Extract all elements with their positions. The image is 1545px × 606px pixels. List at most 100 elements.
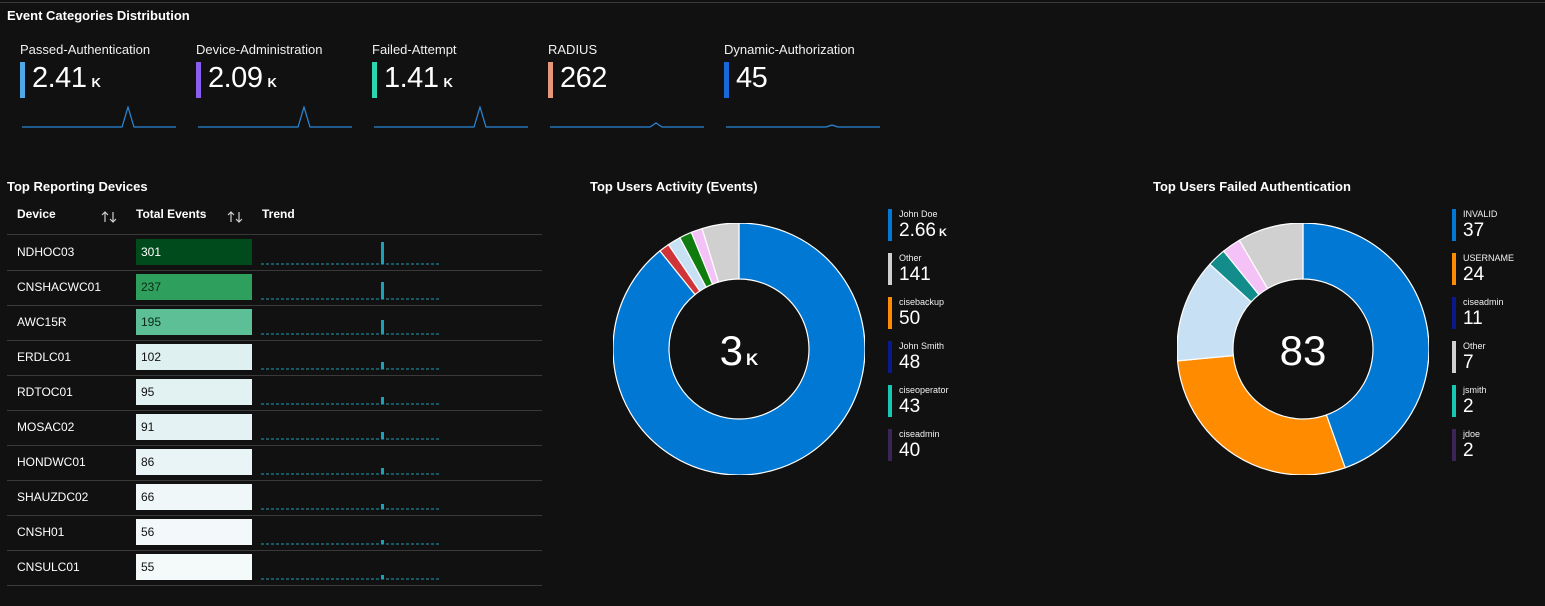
total-events-value: 91 [141,420,155,434]
total-events-value: 66 [141,490,155,504]
legend-value: 24 [1463,264,1484,286]
legend-item[interactable]: John Doe 2.66 K [888,209,978,249]
category-number: 2.41 [32,62,87,94]
event-categories-title: Event Categories Distribution [7,8,190,23]
trend-sparkline [261,540,441,545]
legend-item[interactable]: ciseadmin 11 [1452,297,1542,337]
legend-item[interactable]: Other 141 [888,253,978,293]
legend-item[interactable]: jdoe 2 [1452,429,1542,469]
sort-total-events-icon[interactable] [226,209,246,225]
trend-sparkline [261,397,441,405]
device-name: HONDWC01 [17,455,86,469]
sort-device-icon[interactable] [100,209,120,225]
category-tile[interactable]: RADIUS 262 [548,42,713,132]
legend-label: John Doe [899,209,938,219]
category-label: RADIUS [548,42,598,57]
legend-color-bar [888,297,892,329]
legend-label: jdoe [1463,429,1481,439]
legend-label: USERNAME [1463,253,1515,263]
legend-item[interactable]: Other 7 [1452,341,1542,381]
legend-label: jsmith [1463,385,1487,395]
legend-number: 43 [899,396,921,417]
category-number: 1.41 [384,62,439,94]
legend-number: 37 [1463,220,1485,241]
legend-value: 141 [899,264,934,286]
device-name: CNSHACWC01 [17,280,102,294]
total-events-cell: 195 [136,309,252,335]
legend-item[interactable]: INVALID 37 [1452,209,1542,249]
legend-suffix: K [938,227,947,239]
category-color-bar [372,62,377,98]
category-sparkline [726,124,880,128]
category-value: 1.41 K [384,62,453,95]
device-column-header[interactable]: Device [17,207,56,235]
table-row[interactable]: SHAUZDC02 66 [7,480,542,516]
total-events-cell: 102 [136,344,252,370]
device-name: ERDLC01 [17,350,72,364]
total-events-value: 55 [141,560,155,574]
category-color-bar [724,62,729,98]
category-number: 45 [736,62,768,94]
users-activity-title: Top Users Activity (Events) [590,179,758,194]
category-value: 2.09 K [208,62,277,95]
total-events-cell: 55 [136,554,252,580]
legend-label: ciseoperator [899,385,949,395]
total-events-cell: 301 [136,239,252,265]
category-tile[interactable]: Passed-Authentication 2.41 K [20,42,185,132]
legend-number: 2 [1463,396,1474,417]
total-events-value: 86 [141,455,155,469]
category-label: Dynamic-Authorization [724,42,855,57]
table-row[interactable]: CNSULC01 55 [7,550,542,586]
table-row[interactable]: CNSH01 56 [7,515,542,551]
legend-value: 37 [1463,220,1484,242]
total-events-value: 195 [141,315,162,329]
table-row[interactable]: HONDWC01 86 [7,445,542,481]
legend-color-bar [888,209,892,241]
category-sparkline [198,106,352,128]
legend-item[interactable]: John Smith 48 [888,341,978,381]
table-row[interactable]: ERDLC01 102 [7,340,542,376]
legend-item[interactable]: ciseadmin 40 [888,429,978,469]
total-events-column-header[interactable]: Total Events [136,207,206,235]
category-sparkline [22,106,176,128]
legend-label: Other [899,253,922,263]
category-number: 262 [560,62,607,94]
total-events-value: 56 [141,525,155,539]
legend-value: 40 [899,440,923,462]
legend-value: 48 [899,352,923,374]
legend-item[interactable]: USERNAME 24 [1452,253,1542,293]
category-suffix: K [267,75,277,90]
users-failed-title: Top Users Failed Authentication [1153,179,1351,194]
legend-number: 2.66 [899,220,936,241]
category-sparkline [550,122,704,128]
legend-color-bar [888,385,892,417]
legend-color-bar [1452,209,1456,241]
total-events-cell: 237 [136,274,252,300]
devices-title: Top Reporting Devices [7,179,148,194]
device-name: RDTOC01 [17,385,73,399]
legend-color-bar [1452,385,1456,417]
category-tile[interactable]: Device-Administration 2.09 K [196,42,361,132]
legend-value: 11 [1463,308,1483,330]
trend-sparkline [261,432,441,440]
category-tile[interactable]: Dynamic-Authorization 45 [724,42,889,132]
table-row[interactable]: NDHOC03 301 [7,235,542,271]
table-row[interactable]: MOSAC02 91 [7,410,542,446]
category-label: Device-Administration [196,42,323,57]
category-tile[interactable]: Failed-Attempt 1.41 K [372,42,537,132]
table-row[interactable]: CNSHACWC01 237 [7,270,542,306]
category-value: 2.41 K [32,62,101,95]
legend-label: John Smith [899,341,945,351]
legend-label: cisebackup [899,297,945,307]
category-sparkline [374,106,528,128]
legend-item[interactable]: cisebackup 50 [888,297,978,337]
table-row[interactable]: RDTOC01 95 [7,375,542,411]
legend-color-bar [1452,341,1456,373]
legend-value: 2 [1463,396,1474,418]
total-events-value: 95 [141,385,155,399]
table-row[interactable]: AWC15R 195 [7,305,542,341]
legend-item[interactable]: jsmith 2 [1452,385,1542,425]
legend-number: 7 [1463,352,1474,373]
trend-sparkline [261,575,441,580]
legend-item[interactable]: ciseoperator 43 [888,385,978,425]
